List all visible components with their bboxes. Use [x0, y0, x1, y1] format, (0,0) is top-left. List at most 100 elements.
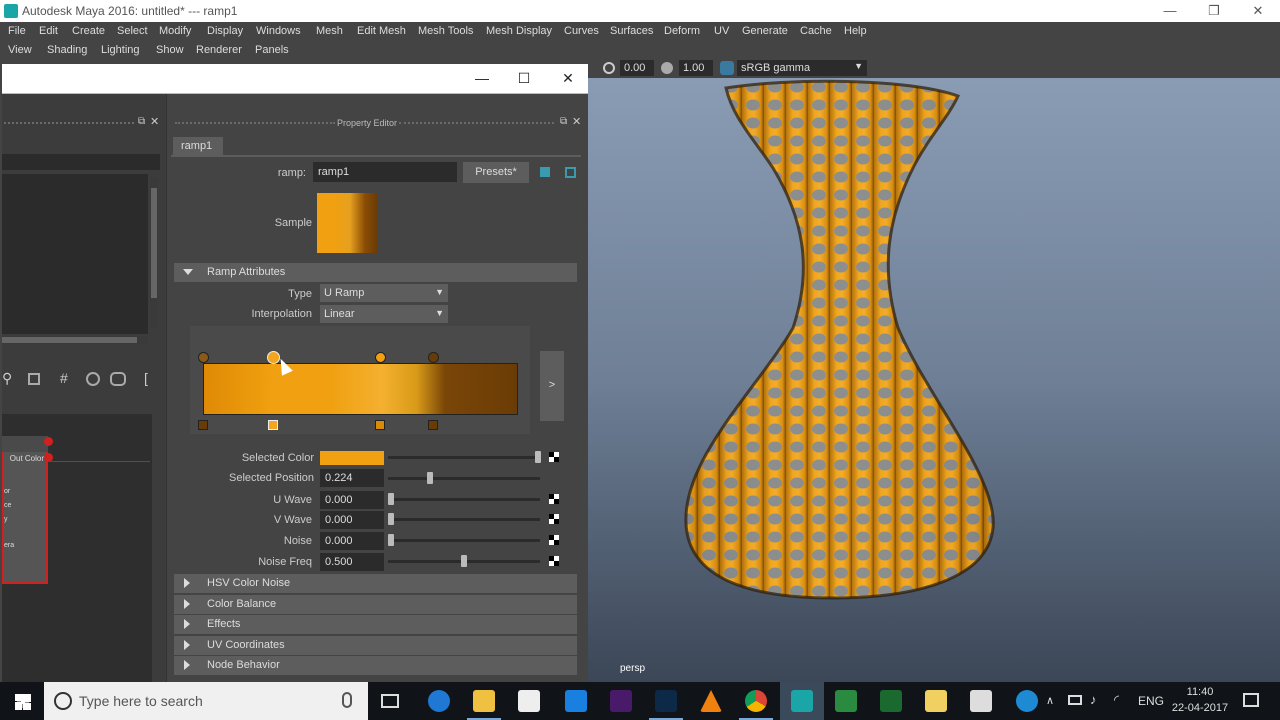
horizontal-scrollbar[interactable]	[2, 336, 148, 344]
presets-button[interactable]: Presets*	[463, 162, 529, 183]
copy-tab-icon[interactable]	[540, 167, 550, 177]
panel-menu-show[interactable]: Show	[156, 44, 184, 56]
section-effects[interactable]: Effects	[174, 615, 577, 634]
v-wave-slider-thumb[interactable]	[388, 513, 394, 525]
edge-icon[interactable]	[428, 690, 450, 712]
clock-date[interactable]: 22-04-2017	[1168, 702, 1232, 714]
delete-entry-icon[interactable]	[198, 420, 208, 430]
microphone-icon[interactable]	[342, 692, 352, 708]
u-wave-slider-thumb[interactable]	[388, 493, 394, 505]
windows-start-icon[interactable]	[15, 694, 31, 710]
task-view-icon[interactable]	[381, 694, 399, 708]
selected-color-slider-thumb[interactable]	[535, 451, 541, 463]
section-node-behavior[interactable]: Node Behavior	[174, 656, 577, 675]
delete-entry-icon[interactable]	[268, 420, 278, 430]
volume-icon[interactable]: ♪	[1090, 692, 1097, 707]
map-button-icon[interactable]	[549, 514, 559, 524]
expand-ramp-button[interactable]: >	[540, 351, 564, 421]
menu-modify[interactable]: Modify	[159, 25, 191, 37]
action-center-icon[interactable]	[1243, 693, 1259, 707]
dropbox-icon[interactable]	[565, 690, 587, 712]
map-button-icon[interactable]	[549, 452, 559, 462]
color-management-icon[interactable]	[720, 61, 734, 75]
menu-deform[interactable]: Deform	[664, 25, 700, 37]
section-ramp-attributes[interactable]: Ramp Attributes	[174, 263, 577, 282]
exposure-field[interactable]: 0.00	[620, 60, 654, 76]
close-panel-icon[interactable]: ✕	[150, 115, 159, 128]
map-button-icon[interactable]	[549, 556, 559, 566]
noise-slider-thumb[interactable]	[388, 534, 394, 546]
menu-mesh[interactable]: Mesh	[316, 25, 343, 37]
map-button-icon[interactable]	[549, 494, 559, 504]
folder-icon[interactable]	[925, 690, 947, 712]
menu-uv[interactable]: UV	[714, 25, 729, 37]
menu-edit[interactable]: Edit	[39, 25, 58, 37]
selected-position-slider[interactable]	[388, 477, 540, 480]
interpolation-dropdown[interactable]: Linear ▼	[320, 305, 448, 323]
graph-icon[interactable]	[86, 372, 100, 386]
ramp-name-field[interactable]: ramp1	[313, 162, 457, 182]
noise-freq-slider-thumb[interactable]	[461, 555, 467, 567]
menu-windows[interactable]: Windows	[256, 25, 301, 37]
browser-list[interactable]	[2, 174, 148, 334]
chevron-up-icon[interactable]: ∧	[1046, 694, 1054, 707]
section-color-balance[interactable]: Color Balance	[174, 595, 577, 614]
ramp-editor[interactable]	[190, 326, 530, 434]
photoshop-icon[interactable]	[655, 690, 677, 712]
float-panel-icon[interactable]: ⧉	[560, 116, 567, 127]
map-button-icon[interactable]	[549, 535, 559, 545]
layout-icon[interactable]	[110, 372, 126, 386]
ramp-gradient-bar[interactable]	[203, 363, 518, 415]
chrome-icon[interactable]	[745, 690, 767, 712]
color-entry-handle[interactable]	[198, 352, 209, 363]
section-uv-coordinates[interactable]: UV Coordinates	[174, 636, 577, 655]
v-wave-field[interactable]: 0.000	[320, 511, 384, 529]
u-wave-slider[interactable]	[388, 498, 540, 501]
grid-icon[interactable]: #	[60, 370, 68, 386]
gamma-field[interactable]: 1.00	[679, 60, 713, 76]
taskbar-search-box[interactable]: Type here to search	[44, 682, 368, 720]
menu-mesh-tools[interactable]: Mesh Tools	[418, 25, 473, 37]
close-panel-icon[interactable]: ✕	[572, 115, 581, 128]
selected-position-field[interactable]: 0.224	[320, 469, 384, 487]
menu-file[interactable]: File	[8, 25, 26, 37]
scrollbar-thumb[interactable]	[151, 188, 157, 298]
color-entry-handle[interactable]	[428, 352, 439, 363]
tab-ramp1[interactable]: ramp1	[173, 137, 223, 155]
delete-entry-icon[interactable]	[428, 420, 438, 430]
viewport-3d[interactable]: persp	[588, 78, 1280, 684]
section-hsv-color-noise[interactable]: HSV Color Noise	[174, 574, 577, 593]
hscroll-thumb[interactable]	[2, 337, 137, 343]
menu-display[interactable]: Display	[207, 25, 243, 37]
float-panel-icon[interactable]: ⧉	[138, 116, 145, 127]
notification-app-icon[interactable]	[1016, 690, 1038, 712]
frame-all-icon[interactable]	[28, 373, 40, 385]
type-dropdown[interactable]: U Ramp ▼	[320, 284, 448, 302]
store-icon[interactable]	[518, 690, 540, 712]
restore-button[interactable]: ❐	[1192, 0, 1236, 22]
minimize-button[interactable]: —	[1148, 0, 1192, 22]
bracket-icon[interactable]: [	[144, 370, 148, 386]
menu-mesh-display[interactable]: Mesh Display	[486, 25, 552, 37]
vlc-icon[interactable]	[700, 690, 722, 712]
clock-time[interactable]: 11:40	[1174, 686, 1226, 698]
vertical-scrollbar[interactable]	[150, 178, 158, 328]
menu-create[interactable]: Create	[72, 25, 105, 37]
u-wave-field[interactable]: 0.000	[320, 491, 384, 509]
language-indicator[interactable]: ENG	[1138, 694, 1164, 708]
notes-icon[interactable]	[565, 167, 576, 178]
menu-cache[interactable]: Cache	[800, 25, 832, 37]
menu-help[interactable]: Help	[844, 25, 867, 37]
camtasia-icon[interactable]	[835, 690, 857, 712]
color-entry-handle[interactable]	[375, 352, 386, 363]
menu-curves[interactable]: Curves	[564, 25, 599, 37]
selected-color-swatch[interactable]	[320, 451, 384, 465]
noise-slider[interactable]	[388, 539, 540, 542]
ramp-node[interactable]: Out Color or ce y era	[2, 436, 53, 584]
selected-position-slider-thumb[interactable]	[427, 472, 433, 484]
premiere-icon[interactable]	[610, 690, 632, 712]
close-button[interactable]: ✕	[1236, 0, 1280, 22]
noise-freq-field[interactable]: 0.500	[320, 553, 384, 571]
color-space-dropdown[interactable]: sRGB gamma ▼	[737, 60, 867, 76]
delete-entry-icon[interactable]	[375, 420, 385, 430]
